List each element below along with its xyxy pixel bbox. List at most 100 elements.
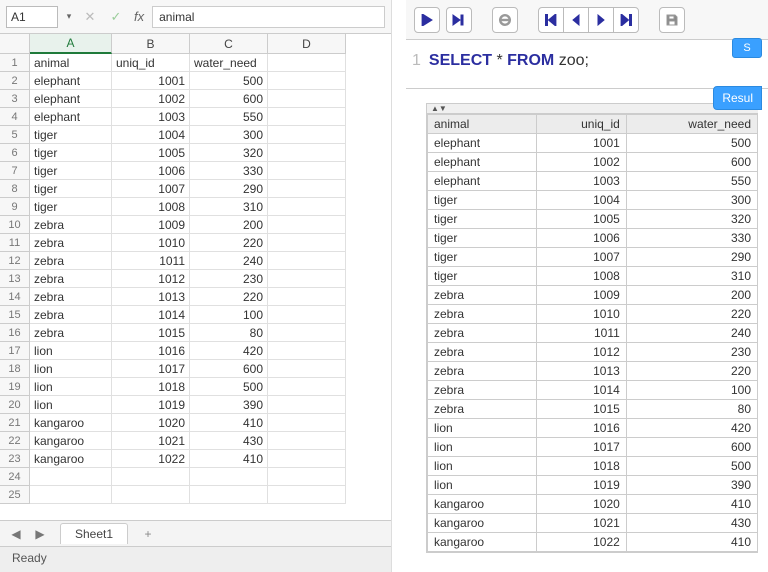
result-row[interactable]: tiger1004300 [428,191,758,210]
cell[interactable] [268,486,346,504]
confirm-icon[interactable]: ✓ [106,7,126,27]
next-icon[interactable] [588,7,614,33]
cell-reference-input[interactable]: A1 [6,6,58,28]
cell[interactable] [268,342,346,360]
cell[interactable] [268,396,346,414]
row-header[interactable]: 22 [0,432,30,450]
row-header[interactable]: 20 [0,396,30,414]
cell[interactable] [30,486,112,504]
result-row[interactable]: tiger1007290 [428,248,758,267]
cell[interactable]: zebra [30,270,112,288]
start-button[interactable]: S [732,38,762,58]
row-header[interactable]: 4 [0,108,30,126]
cell[interactable]: tiger [30,126,112,144]
cell[interactable] [268,288,346,306]
cell[interactable] [268,252,346,270]
cell[interactable] [190,486,268,504]
row-header[interactable]: 12 [0,252,30,270]
result-row[interactable]: elephant1002600 [428,153,758,172]
row-header[interactable]: 21 [0,414,30,432]
cell[interactable] [268,270,346,288]
cell[interactable]: uniq_id [112,54,190,72]
cell[interactable]: 600 [190,360,268,378]
row-header[interactable]: 14 [0,288,30,306]
sql-code-line[interactable]: 1SELECT * FROM zoo; [412,50,762,70]
cell-ref-dropdown-icon[interactable] [64,6,74,28]
cell[interactable]: 1021 [112,432,190,450]
row-header[interactable]: 3 [0,90,30,108]
cell[interactable]: 1010 [112,234,190,252]
cell[interactable]: 1012 [112,270,190,288]
row-header[interactable]: 13 [0,270,30,288]
row-header[interactable]: 15 [0,306,30,324]
cell[interactable] [190,468,268,486]
cell[interactable]: 330 [190,162,268,180]
cell[interactable]: 240 [190,252,268,270]
row-header[interactable]: 6 [0,144,30,162]
collapse-icon[interactable]: ▲▼ [427,104,758,114]
cell[interactable] [268,432,346,450]
corner-cell[interactable] [0,34,30,54]
cell[interactable]: 1022 [112,450,190,468]
result-row[interactable]: tiger1006330 [428,229,758,248]
cell[interactable]: 550 [190,108,268,126]
cell[interactable]: zebra [30,306,112,324]
row-header[interactable]: 24 [0,468,30,486]
first-icon[interactable] [538,7,564,33]
column-header-B[interactable]: B [112,34,190,54]
cell[interactable]: 1015 [112,324,190,342]
stop-icon[interactable] [492,7,518,33]
last-icon[interactable] [613,7,639,33]
result-row[interactable]: lion1017600 [428,438,758,457]
cell[interactable]: kangaroo [30,414,112,432]
sql-editor[interactable]: S 1SELECT * FROM zoo; [406,40,768,89]
cell[interactable] [268,180,346,198]
cell[interactable]: 220 [190,234,268,252]
row-header[interactable]: 17 [0,342,30,360]
cell[interactable]: 290 [190,180,268,198]
cell[interactable] [268,324,346,342]
result-col-header[interactable]: water_need [626,115,757,134]
cell[interactable] [268,306,346,324]
result-col-header[interactable]: animal [428,115,537,134]
cell[interactable]: water_need [190,54,268,72]
cell[interactable]: 410 [190,414,268,432]
cell[interactable]: zebra [30,216,112,234]
run-icon[interactable] [414,7,440,33]
result-row[interactable]: lion1016420 [428,419,758,438]
result-row[interactable]: elephant1001500 [428,134,758,153]
cell[interactable]: 1020 [112,414,190,432]
result-table[interactable]: animaluniq_idwater_needelephant1001500el… [427,114,758,552]
cell[interactable] [268,198,346,216]
cell[interactable]: tiger [30,144,112,162]
prev-icon[interactable] [563,7,589,33]
cell[interactable]: 200 [190,216,268,234]
cell[interactable]: 300 [190,126,268,144]
cell[interactable] [268,90,346,108]
cell[interactable]: 1013 [112,288,190,306]
result-row[interactable]: zebra1011240 [428,324,758,343]
cell[interactable]: 430 [190,432,268,450]
row-header[interactable]: 18 [0,360,30,378]
cancel-icon[interactable]: ✕ [80,7,100,27]
result-row[interactable]: tiger1005320 [428,210,758,229]
cell[interactable]: 500 [190,72,268,90]
cell[interactable]: 1008 [112,198,190,216]
cell[interactable]: 1004 [112,126,190,144]
cell[interactable]: 310 [190,198,268,216]
cell[interactable]: 1018 [112,378,190,396]
cell[interactable]: 390 [190,396,268,414]
result-row[interactable]: elephant1003550 [428,172,758,191]
cell[interactable]: 1019 [112,396,190,414]
cell[interactable]: tiger [30,198,112,216]
run-cursor-icon[interactable] [446,7,472,33]
cell[interactable]: 1003 [112,108,190,126]
cell[interactable]: lion [30,342,112,360]
column-header-A[interactable]: A [30,34,112,54]
result-row[interactable]: kangaroo1022410 [428,533,758,552]
cell[interactable]: 1014 [112,306,190,324]
row-header[interactable]: 23 [0,450,30,468]
cell[interactable]: 1011 [112,252,190,270]
cell[interactable]: 600 [190,90,268,108]
cell[interactable]: zebra [30,234,112,252]
